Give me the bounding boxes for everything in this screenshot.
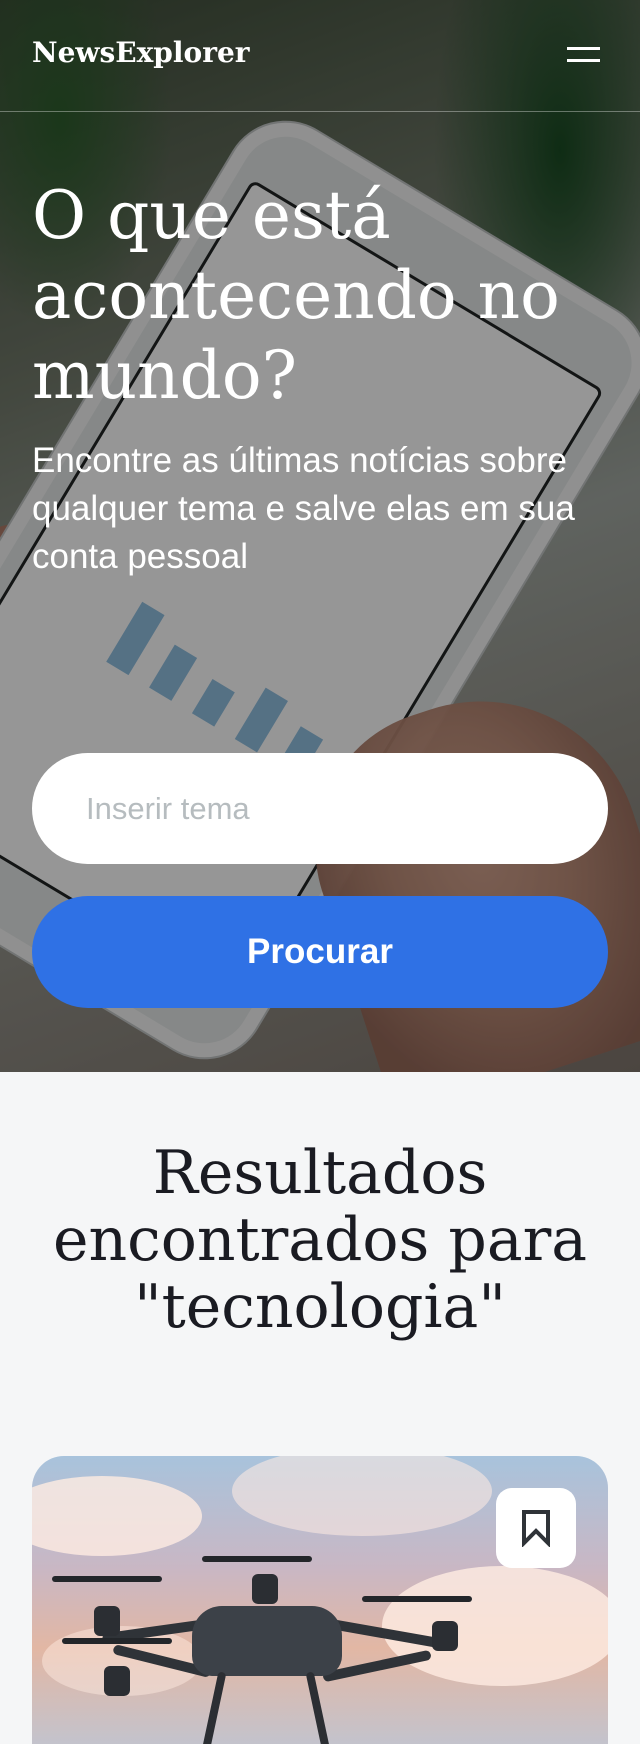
hamburger-menu-icon[interactable]: [567, 47, 600, 67]
news-card[interactable]: [32, 1456, 608, 1744]
search-button[interactable]: Procurar: [32, 896, 608, 1008]
hero-title: O que está acontecendo no mundo?: [32, 177, 560, 414]
bookmark-icon: [522, 1510, 550, 1547]
bookmark-button[interactable]: [496, 1488, 576, 1568]
hero-subtitle: Encontre as últimas notícias sobre qualq…: [32, 441, 575, 576]
search-input[interactable]: [32, 753, 608, 864]
hero-section: NewsExplorer O que está acontecendo no m…: [0, 0, 640, 1072]
site-header: NewsExplorer: [0, 0, 640, 112]
results-title: Resultados encontrados para "tecnologia": [52, 1138, 588, 1342]
site-logo[interactable]: NewsExplorer: [32, 36, 250, 69]
